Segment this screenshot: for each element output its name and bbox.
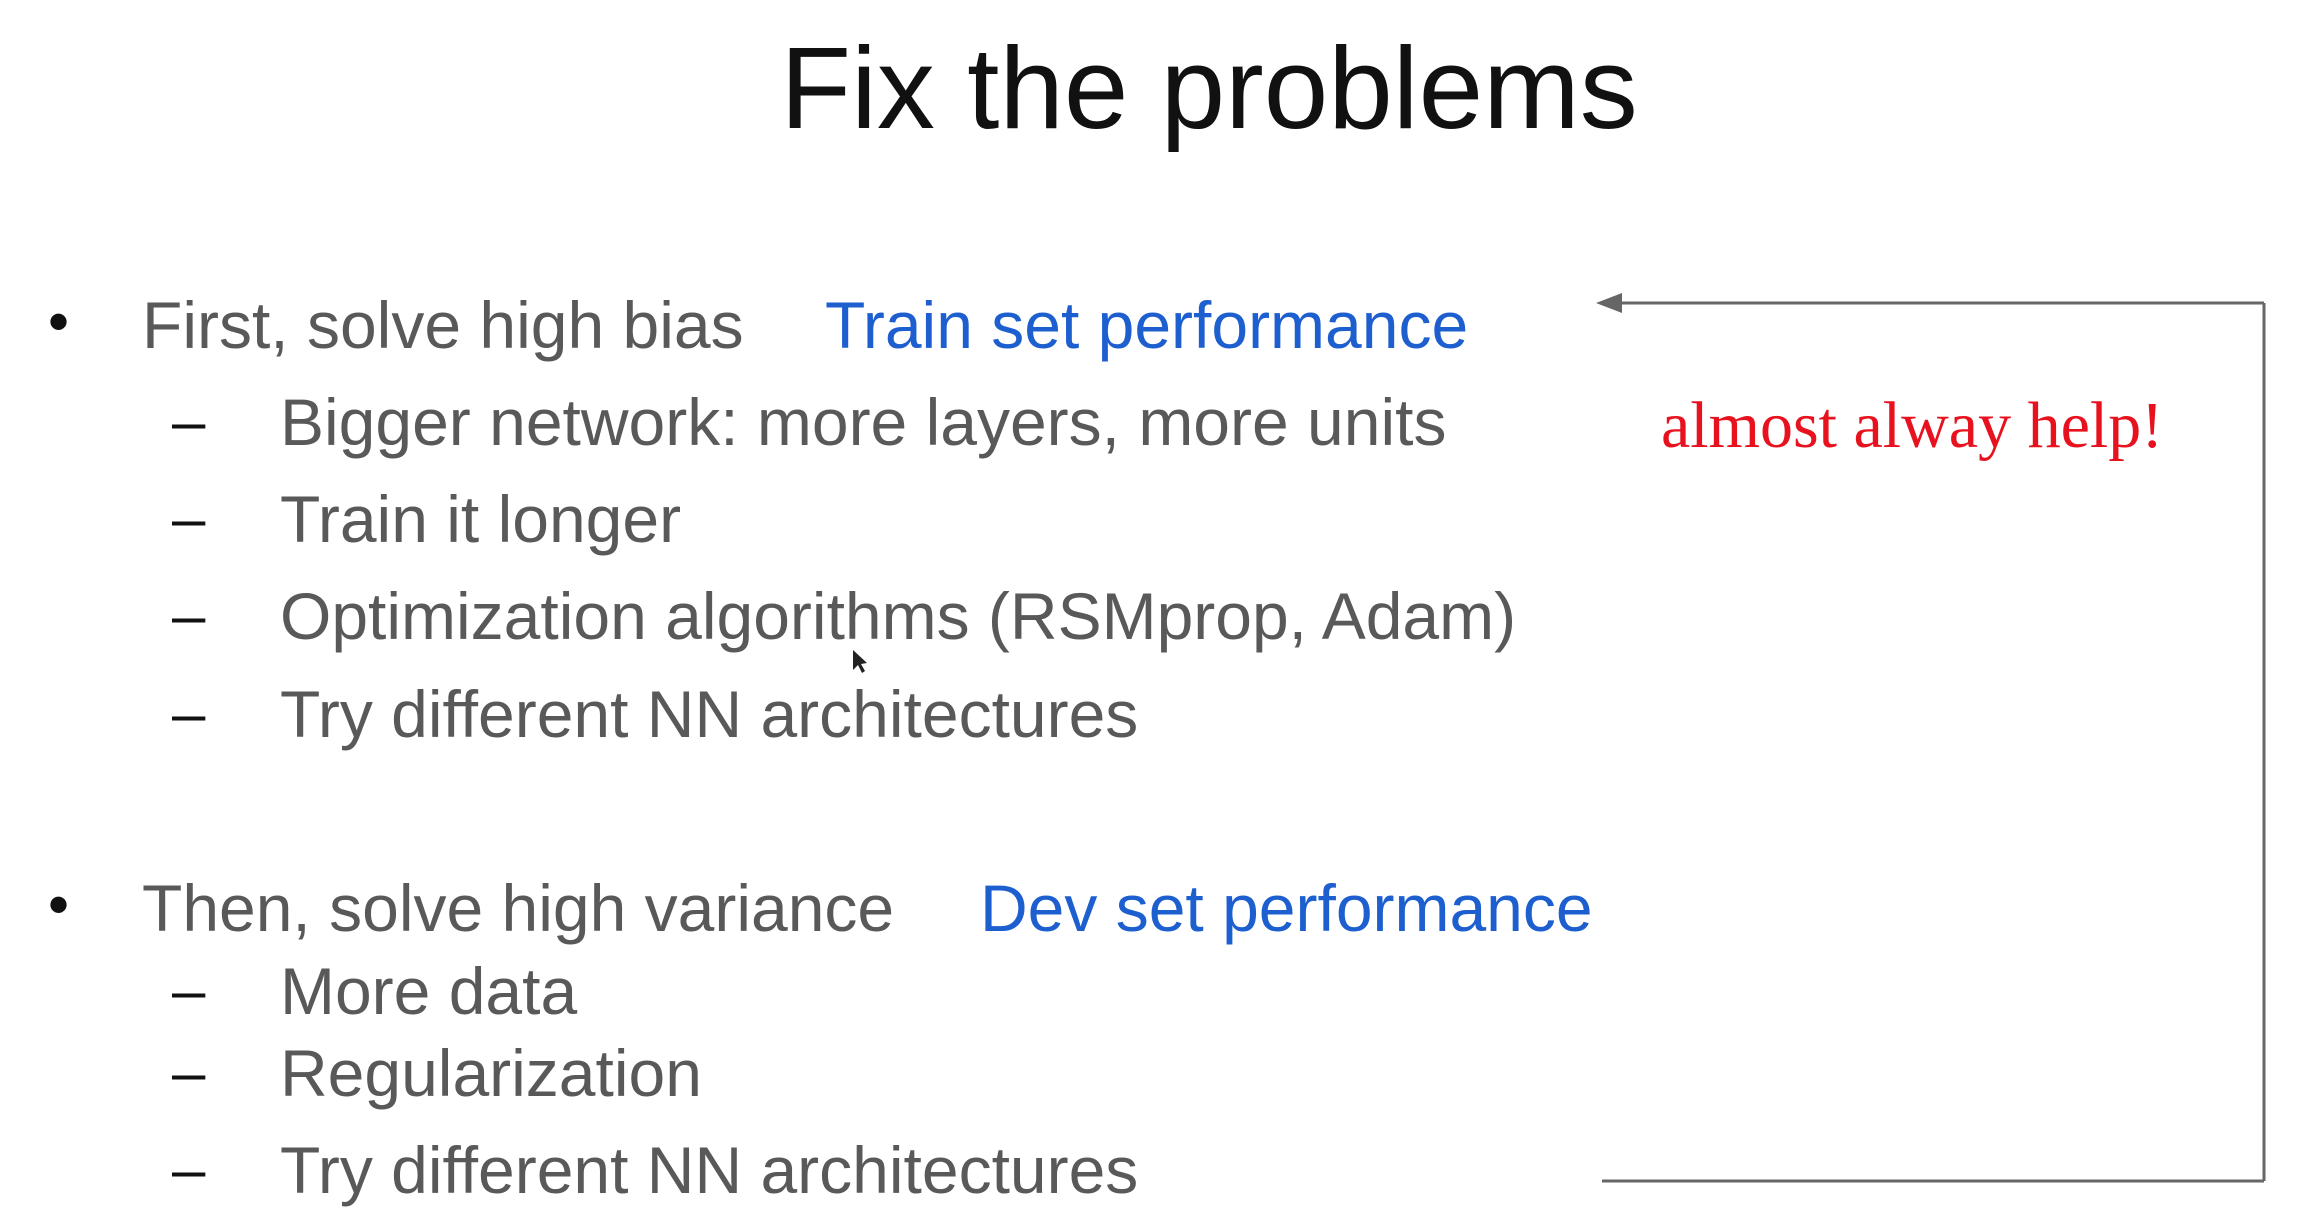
arrowhead-icon (1596, 293, 1622, 313)
mouse-cursor-icon (853, 650, 867, 673)
feedback-loop-arrow (853, 293, 2266, 1183)
